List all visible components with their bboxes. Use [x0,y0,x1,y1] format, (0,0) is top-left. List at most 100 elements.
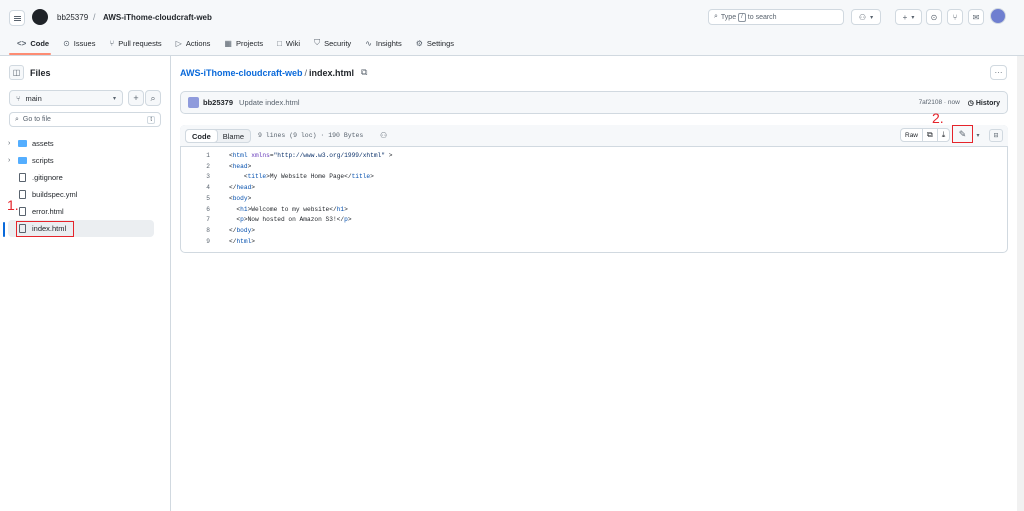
github-logo-icon[interactable] [32,9,48,25]
avatar[interactable] [188,97,199,108]
add-file-button[interactable]: + [128,90,144,106]
copilot-icon: ⚇ [858,12,867,22]
commit-sha-time[interactable]: 7af2108 · now [919,99,960,106]
line-number[interactable]: 6 [190,205,210,216]
annotation-step-2: 2. [932,110,944,126]
chevron-right-icon[interactable]: › [8,140,18,147]
search-icon: ⌕ [714,13,718,20]
hamburger-icon [13,17,21,19]
tree-item-label: assets [32,139,54,148]
view-mode-toggle: Code Blame [185,129,252,143]
file-info: 9 lines (9 loc) · 190 Bytes [258,132,364,139]
folder-icon [18,157,27,164]
tab-pull-requests[interactable]: ⑂ Pull requests [102,35,168,51]
files-title: Files [30,68,51,78]
tree-item-buildspec-yml[interactable]: buildspec.yml [8,186,154,203]
line-number[interactable]: 4 [190,183,210,194]
owner-link[interactable]: bb25379 [57,13,88,22]
tab-label: Security [324,38,352,48]
tab-security[interactable]: ⛉ Security [307,35,358,51]
tab-label: Wiki [285,38,301,48]
code-line: </head> [229,184,256,192]
pull-request-icon: ⑂ [952,12,958,22]
copilot-button[interactable]: ⚇ ▾ [851,9,881,25]
tab-settings[interactable]: ⚙ Settings [409,35,461,51]
tree-item-assets[interactable]: › assets [8,135,154,152]
file-icon [19,173,26,182]
tree-item-label: .gitignore [32,173,63,182]
page-scrollbar[interactable] [1017,56,1024,511]
inbox-button[interactable]: ✉ [968,9,984,25]
commit-author[interactable]: bb25379 [203,98,233,107]
tab-actions[interactable]: ▷ Actions [169,35,218,51]
pull-request-icon: ⑂ [109,38,115,48]
path-repo-link[interactable]: AWS-iThome-cloudcraft-web [180,68,303,78]
search-input[interactable]: ⌕ Type / to search [708,9,844,25]
search-icon: ⌕ [15,115,19,123]
raw-button[interactable]: Raw [901,129,924,141]
tab-label: Actions [185,38,211,48]
tab-label: Code [30,38,50,48]
file-icon [19,207,26,216]
blame-view-button[interactable]: Blame [217,130,250,142]
edit-options-dropdown[interactable]: ▾ [973,127,983,143]
line-number[interactable]: 3 [190,172,210,183]
go-to-file-input[interactable]: ⌕ Go to file t [9,112,161,127]
active-tab-underline [9,53,51,55]
file-path-breadcrumb: AWS-iThome-cloudcraft-web / index.html ⧉ [180,67,367,78]
commit-message[interactable]: Update index.html [239,98,299,107]
edit-file-button[interactable]: ✎ [952,125,973,143]
pull-requests-button[interactable]: ⑂ [947,9,963,25]
tree-item-label: buildspec.yml [32,190,78,199]
chevron-right-icon[interactable]: › [8,157,18,164]
tab-wiki[interactable]: □ Wiki [270,35,307,51]
code-line: <p>Now hosted on Amazon S3!</p> [229,216,352,224]
line-number[interactable]: 1 [190,151,210,162]
code-view-button[interactable]: Code [185,129,218,143]
history-button[interactable]: ◷ History [968,99,1000,107]
create-new-button[interactable]: + ▾ [895,9,922,25]
tree-item-gitignore[interactable]: .gitignore [8,169,154,186]
avatar[interactable] [990,8,1006,24]
issues-button[interactable]: ⊙ [926,9,942,25]
play-icon: ▷ [175,38,182,48]
line-number[interactable]: 7 [190,215,210,226]
menu-button[interactable] [9,10,25,26]
plus-icon: + [902,12,908,22]
code-icon: <> [17,38,27,48]
code-line: <head> [229,162,252,170]
breadcrumb-separator: / [93,12,96,22]
copilot-icon[interactable]: ⚇ [380,131,387,140]
line-number[interactable]: 8 [190,226,210,237]
tab-label: Settings [426,38,455,48]
annotation-highlight-index [16,221,74,237]
tab-projects[interactable]: ▦ Projects [217,35,270,51]
raw-actions-group: Raw ⧉ ⤓ [900,128,951,142]
tree-item-scripts[interactable]: › scripts [8,152,154,169]
download-icon[interactable]: ⤓ [938,129,950,141]
issue-icon: ⊙ [930,12,938,22]
tree-item-label: scripts [32,156,54,165]
line-number[interactable]: 5 [190,194,210,205]
more-options-button[interactable]: ··· [990,65,1007,80]
line-number[interactable]: 2 [190,162,210,173]
folder-icon [18,140,27,147]
annotation-step-1: 1. [7,197,19,213]
symbols-panel-button[interactable]: ⊟ [989,129,1003,142]
collapse-sidebar-button[interactable]: ◫ [9,65,24,80]
tree-item-error-html[interactable]: error.html [8,203,154,220]
table-icon: ▦ [224,38,232,48]
tab-insights[interactable]: ∿ Insights [358,35,409,51]
tab-code[interactable]: <> Code [10,35,56,51]
pencil-icon: ✎ [958,128,967,139]
code-line: <h1>Welcome to my website</h1> [229,205,348,213]
repo-link[interactable]: AWS-iThome-cloudcraft-web [103,13,212,22]
copy-raw-icon[interactable]: ⧉ [923,129,938,141]
inbox-icon: ✉ [972,12,980,22]
line-number[interactable]: 9 [190,237,210,248]
tab-issues[interactable]: ⊙ Issues [56,35,102,51]
copy-path-icon[interactable]: ⧉ [361,67,367,78]
symbols-icon: ⊟ [993,133,999,139]
branch-selector[interactable]: ⑂ main ▾ [9,90,123,106]
search-files-button[interactable]: ⌕ [145,90,161,106]
